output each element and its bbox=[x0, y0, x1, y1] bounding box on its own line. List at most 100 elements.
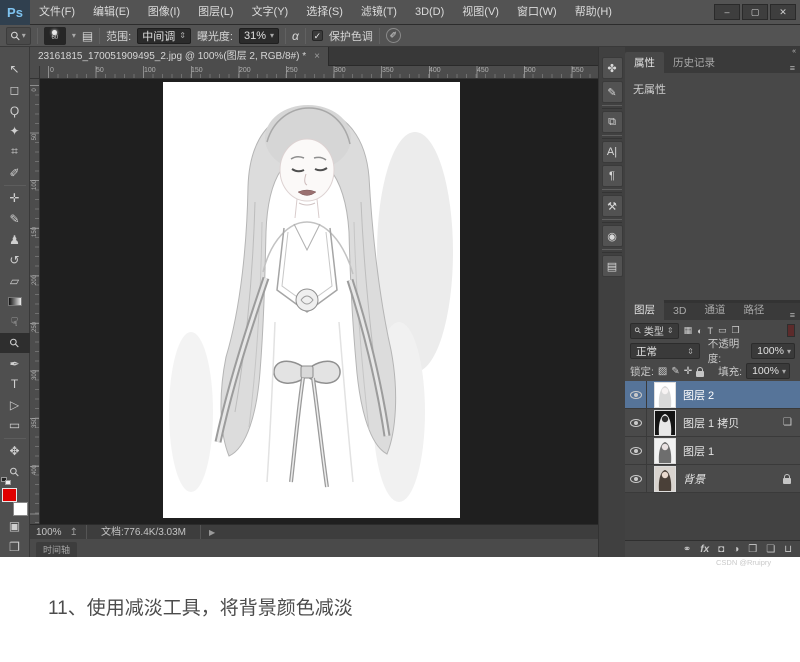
creative-cloud-icon[interactable]: ◉ bbox=[602, 225, 623, 247]
gradient-tool[interactable] bbox=[1, 291, 29, 312]
quick-selection-tool[interactable]: ✦ bbox=[1, 121, 29, 142]
new-group-button[interactable]: ❒ bbox=[748, 544, 757, 555]
menu-type[interactable]: 文字(Y) bbox=[243, 0, 298, 25]
eyedropper-tool[interactable]: ✐ bbox=[1, 162, 29, 183]
tool-presets-panel-icon[interactable]: ⚒ bbox=[602, 195, 623, 217]
visibility-toggle[interactable] bbox=[625, 409, 647, 437]
dodge-tool-selected[interactable]: ⚲ bbox=[0, 333, 30, 354]
menu-3d[interactable]: 3D(D) bbox=[406, 0, 453, 25]
lock-all-icon[interactable] bbox=[696, 371, 704, 377]
fill-dropdown[interactable]: 100% ▾ bbox=[746, 363, 790, 379]
range-dropdown[interactable]: 中间调 ⇕ bbox=[137, 28, 191, 44]
marquee-tool[interactable]: ◻ bbox=[1, 80, 29, 101]
filter-adjustment-icon[interactable]: ◐ bbox=[697, 326, 702, 336]
maximize-button[interactable]: ▢ bbox=[742, 4, 768, 20]
brushes-panel-icon[interactable]: ✎ bbox=[602, 81, 623, 103]
layer-row-layer1-copy[interactable]: 图层 1 拷贝 ❏ bbox=[625, 409, 800, 437]
layer-row-layer1[interactable]: 图层 1 bbox=[625, 437, 800, 465]
smudge-tool[interactable]: ☟ bbox=[1, 312, 29, 333]
filter-type-icon[interactable]: T bbox=[708, 326, 714, 336]
link-layers-button[interactable]: ⚭ bbox=[683, 544, 691, 555]
brush-preset-picker[interactable]: 60 bbox=[44, 27, 66, 45]
lock-transparency-icon[interactable]: ▨ bbox=[658, 366, 667, 377]
filter-toggle-switch[interactable] bbox=[787, 324, 795, 337]
layer-filter-dropdown[interactable]: ⚲ 类型 ⇕ bbox=[630, 323, 679, 339]
pressure-size-toggle-icon[interactable]: ✐ bbox=[386, 28, 401, 43]
history-brush-tool[interactable]: ↺ bbox=[1, 250, 29, 271]
menu-file[interactable]: 文件(F) bbox=[30, 0, 84, 25]
clone-stamp-tool[interactable]: ♟ bbox=[1, 229, 29, 250]
brush-presets-panel-icon[interactable]: ✤ bbox=[602, 57, 623, 79]
minimize-button[interactable]: – bbox=[714, 4, 740, 20]
menu-view[interactable]: 视图(V) bbox=[453, 0, 508, 25]
delete-layer-button[interactable]: ⊔ bbox=[784, 544, 792, 555]
tab-paths[interactable]: 路径 bbox=[734, 299, 773, 320]
collapse-panels-icon[interactable]: « bbox=[792, 48, 796, 55]
tab-3d[interactable]: 3D bbox=[664, 302, 695, 320]
layer-row-layer2[interactable]: 图层 2 bbox=[625, 381, 800, 409]
shape-tool[interactable]: ▭ bbox=[1, 415, 29, 436]
zoom-level-field[interactable]: 100% bbox=[36, 527, 62, 538]
eraser-tool[interactable]: ▱ bbox=[1, 271, 29, 292]
move-tool[interactable]: ↖ bbox=[1, 59, 29, 80]
canvas-image-sketch-portrait[interactable] bbox=[163, 82, 460, 518]
background-color-swatch[interactable] bbox=[13, 502, 28, 516]
menu-image[interactable]: 图像(I) bbox=[139, 0, 189, 25]
menu-select[interactable]: 选择(S) bbox=[297, 0, 352, 25]
tab-history[interactable]: 历史记录 bbox=[664, 52, 724, 73]
tab-properties[interactable]: 属性 bbox=[625, 52, 664, 73]
tab-layers[interactable]: 图层 bbox=[625, 299, 664, 320]
menu-window[interactable]: 窗口(W) bbox=[508, 0, 566, 25]
pen-tool[interactable]: ✒ bbox=[1, 353, 29, 374]
character-panel-icon[interactable]: A| bbox=[602, 141, 623, 163]
lock-pixels-icon[interactable]: ✎ bbox=[671, 366, 679, 377]
panel-menu-icon[interactable]: ≡ bbox=[790, 310, 800, 320]
canvas-pasteboard[interactable] bbox=[40, 79, 598, 524]
quick-mask-button[interactable]: ▣ bbox=[1, 516, 29, 537]
crop-tool[interactable]: ⌗ bbox=[1, 142, 29, 163]
airbrush-toggle-icon[interactable]: α bbox=[292, 29, 299, 43]
protect-tones-checkbox[interactable]: ✓ bbox=[312, 30, 323, 41]
menu-edit[interactable]: 编辑(E) bbox=[84, 0, 139, 25]
layer-row-background[interactable]: 背景 bbox=[625, 465, 800, 493]
type-tool[interactable]: T bbox=[1, 374, 29, 395]
brush-tool[interactable]: ✎ bbox=[1, 209, 29, 230]
filter-smart-object-icon[interactable]: ❒ bbox=[732, 325, 740, 336]
notes-panel-icon[interactable]: ▤ bbox=[602, 255, 623, 277]
menu-filter[interactable]: 滤镜(T) bbox=[352, 0, 406, 25]
brush-picker-caret-icon[interactable]: ▾ bbox=[72, 31, 76, 40]
blend-mode-dropdown[interactable]: 正常 ⇕ bbox=[630, 343, 700, 359]
screen-mode-button[interactable]: ❐ bbox=[1, 536, 29, 557]
tab-channels[interactable]: 通道 bbox=[695, 299, 734, 320]
hand-tool[interactable]: ✥ bbox=[1, 441, 29, 462]
menu-layer[interactable]: 图层(L) bbox=[189, 0, 242, 25]
lock-position-icon[interactable]: ✛ bbox=[684, 366, 692, 377]
toggle-brush-panel-icon[interactable]: ▤ bbox=[82, 29, 93, 43]
menu-help[interactable]: 帮助(H) bbox=[566, 0, 621, 25]
layer-style-button[interactable]: fx bbox=[700, 544, 709, 555]
new-layer-button[interactable]: ❏ bbox=[766, 544, 775, 555]
default-colors-icon[interactable] bbox=[1, 477, 13, 486]
filter-shape-icon[interactable]: ▭ bbox=[718, 325, 727, 336]
lasso-tool[interactable]: Ϙ bbox=[1, 100, 29, 121]
visibility-toggle[interactable] bbox=[625, 465, 647, 493]
exposure-dropdown[interactable]: 31% ▾ bbox=[239, 28, 279, 44]
path-selection-tool[interactable]: ▷ bbox=[1, 395, 29, 416]
healing-brush-tool[interactable]: ✛ bbox=[1, 188, 29, 209]
status-flyout-icon[interactable]: ▶ bbox=[209, 528, 215, 537]
paragraph-panel-icon[interactable]: ¶ bbox=[602, 165, 623, 187]
add-mask-button[interactable]: ◘ bbox=[718, 544, 724, 555]
opacity-dropdown[interactable]: 100% ▾ bbox=[751, 343, 795, 359]
visibility-toggle[interactable] bbox=[625, 437, 647, 465]
filter-pixel-icon[interactable]: ▦ bbox=[684, 325, 693, 336]
foreground-color-swatch[interactable] bbox=[2, 488, 17, 502]
close-button[interactable]: ✕ bbox=[770, 4, 796, 20]
panel-menu-icon[interactable]: ≡ bbox=[790, 63, 800, 73]
clone-source-panel-icon[interactable]: ⧉ bbox=[602, 111, 623, 133]
adjustment-layer-button[interactable]: ◑ bbox=[733, 544, 739, 555]
document-tab[interactable]: 23161815_170051909495_2.jpg @ 100%(图层 2,… bbox=[30, 47, 329, 66]
visibility-toggle[interactable] bbox=[625, 381, 647, 409]
tab-close-icon[interactable]: × bbox=[314, 47, 320, 66]
export-arrow-icon[interactable]: ↥ bbox=[70, 527, 78, 538]
tab-timeline[interactable]: 时间轴 bbox=[36, 542, 77, 557]
